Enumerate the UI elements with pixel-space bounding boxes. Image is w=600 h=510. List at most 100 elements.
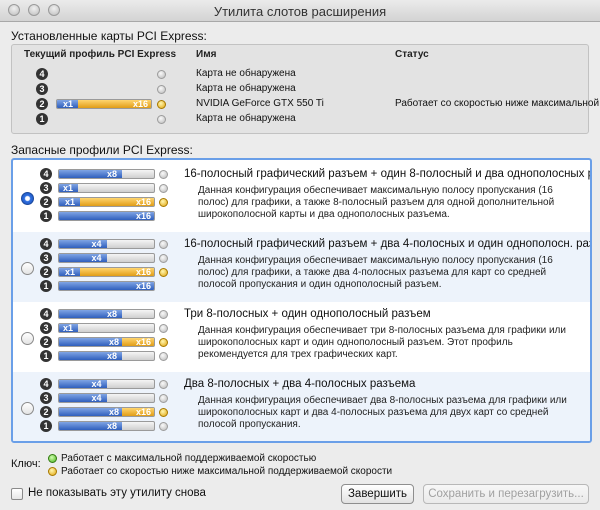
status-indicator-icon [159,380,168,389]
column-header-profile: Текущий профиль PCI Express [24,49,177,60]
profile-description: Данная конфигурация обеспечивает максима… [198,255,553,290]
lane-bar: x16 [58,281,155,291]
status-indicator-icon [157,70,166,79]
profile-title: Два 8-полосных + два 4-полосных разъема [184,378,416,390]
profile-slot-row: 3 x1 [13,182,173,195]
slot-number-badge: 2 [36,98,48,110]
lane-capacity-label: x16 [135,407,151,417]
lane-label: x1 [63,323,74,333]
slot-number-badge: 4 [40,168,52,180]
status-indicator-icon [159,198,168,207]
profile-description: Данная конфигурация обеспечивает максима… [198,185,555,220]
dont-show-checkbox[interactable] [11,488,23,500]
slot-number-badge: 2 [40,406,52,418]
slot-number-badge: 1 [40,280,52,292]
slot-number-badge: 1 [36,113,48,125]
lane-label: x8 [107,169,118,179]
status-indicator-icon [159,324,168,333]
profiles-section-label: Запасные профили PCI Express: [11,143,193,157]
status-indicator-icon [157,115,166,124]
profile-option[interactable]: 4 x8 3 x1 2 x1 x16 1 x16 16-полосный графический … [13,162,590,232]
window-title: Утилита слотов расширения [213,4,387,19]
legend-text: Работает со скоростью ниже максимальной … [61,466,393,477]
installed-row: 4 Карта не обнаружена [12,67,588,82]
profile-slot-row: 2 x8 x16 [13,406,173,419]
lane-bar: x4 [58,379,155,389]
slot-number-badge: 2 [40,266,52,278]
lane-bar: x1 x16 [56,99,152,109]
slot-number-badge: 1 [40,350,52,362]
card-name: Карта не обнаружена [196,113,296,124]
slot-number-badge: 3 [40,182,52,194]
profile-slot-row: 1 x8 [13,350,173,363]
lane-bar: x8 [58,421,155,431]
slot-number-badge: 3 [36,83,48,95]
legend-label: Ключ: [11,458,41,470]
profile-slot-row: 4 x8 [13,308,173,321]
lane-label: x16 [135,281,151,291]
profile-slot-row: 4 x4 [13,238,173,251]
lane-label: x8 [107,421,118,431]
lane-bar: x1 [58,323,155,333]
card-name: Карта не обнаружена [196,68,296,79]
profiles-list: 4 x8 3 x1 2 x1 x16 1 x16 16-полосный графический … [11,158,592,443]
lane-label: x4 [91,379,102,389]
lane-label: x4 [91,239,102,249]
card-name: NVIDIA GeForce GTX 550 Ti [196,98,324,109]
profile-slot-row: 3 x1 [13,322,173,335]
installed-section-label: Установленные карты PCI Express: [11,29,207,43]
profile-slot-row: 1 x16 [13,210,173,223]
legend-text: Работает с максимальной поддерживаемой с… [61,453,317,464]
slot-number-badge: 3 [40,252,52,264]
profile-title: 16-полосный графический разъем + один 8-… [184,168,592,180]
slot-number-badge: 4 [40,378,52,390]
column-header-status: Статус [395,49,429,60]
profile-slot-row: 2 x8 x16 [13,336,173,349]
slot-number-badge: 2 [40,196,52,208]
lane-bar: x8 [58,309,155,319]
profile-slot-row: 2 x1 x16 [13,266,173,279]
status-indicator-icon [159,422,168,431]
lane-bar: x8 [58,169,155,179]
lane-bar: x8 [58,351,155,361]
profile-option[interactable]: 4 x4 3 x4 2 x8 x16 1 x8 Два 8-полосных + два 4-по… [13,372,590,441]
lane-bar: x4 [58,239,155,249]
profile-slot-row: 4 x4 [13,378,173,391]
finish-button[interactable]: Завершить [341,484,414,504]
dont-show-label: Не показывать эту утилиту снова [28,487,206,499]
profile-slot-row: 1 x8 [13,420,173,433]
slot-number-badge: 1 [40,210,52,222]
profile-option[interactable]: 4 x4 3 x4 2 x1 x16 1 x16 16-полосный графический … [13,232,590,302]
lane-bar: x1 x16 [58,197,155,207]
status-indicator-icon [159,394,168,403]
lane-capacity-label: x16 [132,99,148,109]
status-indicator-icon [159,408,168,417]
lane-active-label: x1 [63,99,74,109]
profile-slot-row: 3 x4 [13,392,173,405]
legend-indicator-icon [48,467,57,476]
save-and-restart-button[interactable]: Сохранить и перезагрузить... [423,484,589,504]
lane-bar: x1 x16 [58,267,155,277]
status-indicator-icon [159,310,168,319]
lane-bar: x4 [58,393,155,403]
card-status: Работает со скоростью ниже максимальной [395,98,600,109]
column-header-name: Имя [196,49,217,60]
lane-label: x4 [91,393,102,403]
profile-description: Данная конфигурация обеспечивает два 8-п… [198,395,567,430]
lane-label: x16 [135,211,151,221]
lane-capacity-label: x16 [135,197,151,207]
status-indicator-icon [159,254,168,263]
installed-cards-table: Текущий профиль PCI Express Имя Статус 4… [11,44,599,134]
profile-option[interactable]: 4 x8 3 x1 2 x8 x16 1 x8 Три 8-полосных + один одн… [13,302,590,372]
lane-capacity-label: x16 [135,267,151,277]
lane-bar: x8 x16 [58,407,155,417]
lane-label: x8 [107,351,118,361]
lane-bar: x4 [58,253,155,263]
status-indicator-icon [159,184,168,193]
lane-active-label: x8 [109,337,120,347]
lane-bar: x16 [58,211,155,221]
installed-row: 3 Карта не обнаружена [12,82,588,97]
slot-number-badge: 1 [40,420,52,432]
lane-active-label: x1 [65,267,76,277]
profile-slot-row: 2 x1 x16 [13,196,173,209]
